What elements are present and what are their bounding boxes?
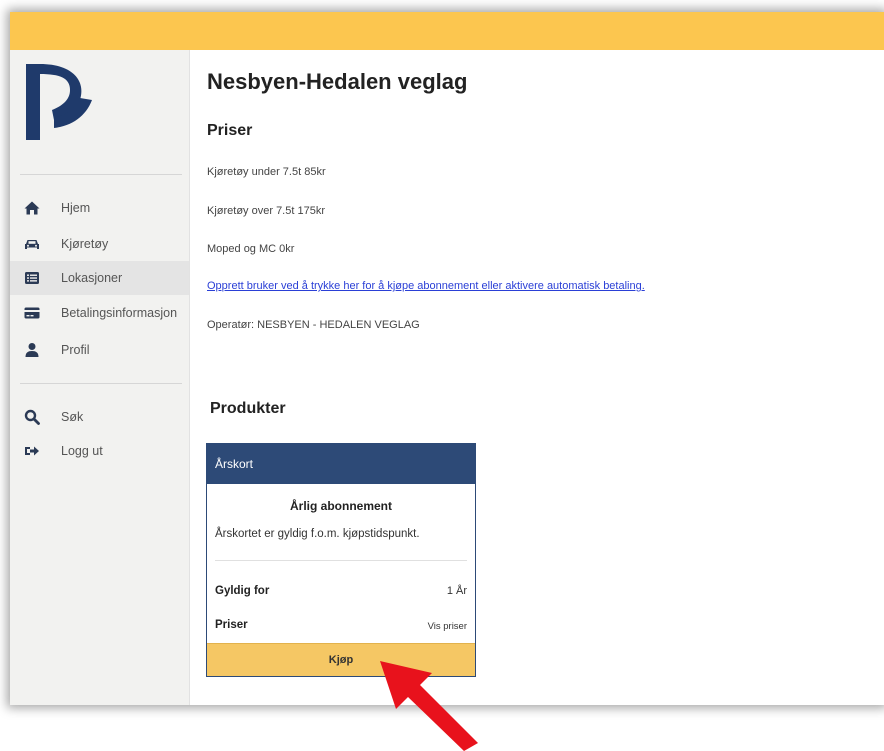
sidebar-item-label: Betalingsinformasjon bbox=[61, 306, 178, 320]
sidebar-item-label: Søk bbox=[61, 410, 84, 424]
sidebar-item-label: Lokasjoner bbox=[61, 271, 123, 285]
car-icon bbox=[24, 236, 40, 252]
sidebar-item-label: Profil bbox=[61, 343, 90, 357]
sidebar-item-label: Kjøretøy bbox=[61, 237, 109, 251]
price-line: Kjøretøy over 7.5t 175kr bbox=[207, 205, 325, 217]
product-card-header: Årskort bbox=[207, 444, 475, 484]
sidebar-item-label: Hjem bbox=[61, 201, 91, 215]
sidebar-item-lokasjoner[interactable]: Lokasjoner bbox=[10, 261, 189, 295]
search-icon bbox=[24, 409, 40, 425]
product-card: Årskort Årlig abonnement Årskortet er gy… bbox=[206, 443, 476, 677]
user-icon bbox=[24, 342, 40, 358]
product-description: Årskortet er gyldig f.o.m. kjøpstidspunk… bbox=[215, 528, 420, 540]
card-divider bbox=[215, 560, 467, 561]
page-title: Nesbyen-Hedalen veglag bbox=[207, 69, 468, 94]
sidebar-item-label: Logg ut bbox=[61, 444, 103, 458]
prices-label: Priser bbox=[215, 619, 248, 631]
credit-card-icon bbox=[24, 305, 40, 321]
home-icon bbox=[24, 200, 40, 216]
product-name: Årlig abonnement bbox=[289, 499, 392, 513]
logout-icon bbox=[24, 443, 40, 459]
sidebar-divider bbox=[20, 174, 182, 175]
show-prices-link[interactable]: Vis priser bbox=[428, 621, 467, 632]
valid-for-label: Gyldig for bbox=[215, 585, 270, 597]
main-content: Nesbyen-Hedalen veglag Priser Kjøretøy u… bbox=[190, 50, 884, 705]
top-bar bbox=[10, 12, 884, 50]
red-arrow-annotation bbox=[380, 661, 478, 751]
brand-logo[interactable] bbox=[24, 60, 104, 150]
sidebar-item-kjoretoy[interactable]: Kjøretøy bbox=[10, 227, 189, 261]
sidebar: Hjem Kjøretøy Lokasjoner Betalingsinform… bbox=[10, 50, 190, 705]
prices-heading: Priser bbox=[207, 122, 253, 139]
price-line: Kjøretøy under 7.5t 85kr bbox=[207, 166, 326, 178]
sidebar-item-sok[interactable]: Søk bbox=[10, 400, 189, 434]
valid-for-value: 1 År bbox=[446, 585, 467, 597]
app-window: Hjem Kjøretøy Lokasjoner Betalingsinform… bbox=[10, 12, 884, 705]
sidebar-divider bbox=[20, 383, 182, 384]
sidebar-item-logg-ut[interactable]: Logg ut bbox=[10, 434, 189, 468]
price-line: Moped og MC 0kr bbox=[207, 243, 295, 255]
list-icon bbox=[24, 270, 40, 286]
operator-text: Operatør: NESBYEN - HEDALEN VEGLAG bbox=[207, 319, 420, 331]
products-heading: Produkter bbox=[210, 400, 286, 417]
signup-link[interactable]: Opprett bruker ved å trykke her for å kj… bbox=[207, 280, 645, 292]
sidebar-item-betalingsinformasjon[interactable]: Betalingsinformasjon bbox=[10, 296, 189, 330]
sidebar-item-profil[interactable]: Profil bbox=[10, 333, 189, 367]
sidebar-item-hjem[interactable]: Hjem bbox=[10, 191, 189, 225]
